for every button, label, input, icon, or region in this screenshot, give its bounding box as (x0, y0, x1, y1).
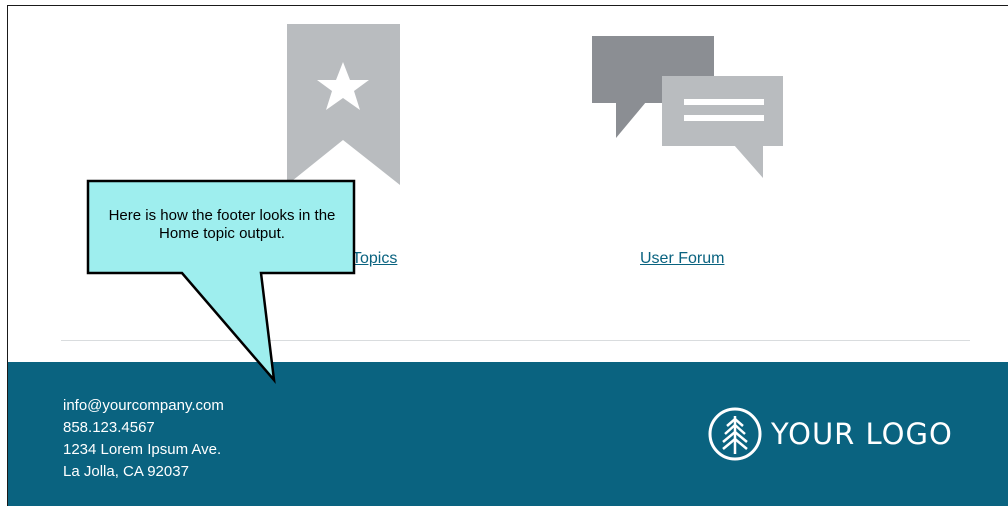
footer-divider (61, 340, 970, 341)
footer-address-line2: La Jolla, CA 92037 (63, 463, 189, 480)
user-forum-link[interactable]: User Forum (640, 250, 724, 268)
chat-bubbles-icon (592, 36, 783, 178)
footer-contact: info@yourcompany.com 858.123.4567 1234 L… (63, 395, 224, 483)
footer-email: info@yourcompany.com (63, 397, 224, 414)
pine-tree-icon (708, 407, 762, 461)
page-frame: Topics User Forum info@yourcompany.com 8… (7, 5, 1008, 506)
bookmark-star-icon (287, 24, 400, 185)
callout-text: Here is how the footer looks in the Home… (108, 207, 336, 242)
footer-logo: YOUR LOGO (707, 404, 953, 464)
footer-address-line1: 1234 Lorem Ipsum Ave. (63, 441, 222, 458)
footer: info@yourcompany.com 858.123.4567 1234 L… (8, 362, 1008, 506)
logo-text: YOUR LOGO (771, 417, 953, 451)
footer-phone: 858.123.4567 (63, 419, 155, 436)
topics-link[interactable]: Topics (352, 250, 397, 268)
